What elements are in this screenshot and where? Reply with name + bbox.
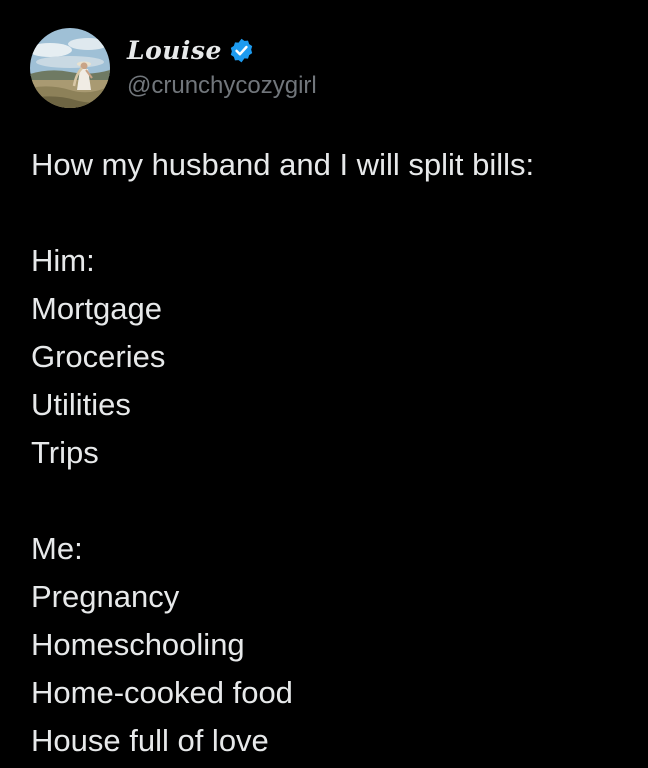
me-item: House full of love bbox=[31, 723, 269, 758]
tweet-text: How my husband and I will split bills: H… bbox=[31, 141, 534, 765]
avatar[interactable] bbox=[30, 28, 110, 108]
tweet: Louise @crunchycozygirl How my husband a… bbox=[0, 0, 648, 768]
me-item: Home-cooked food bbox=[31, 675, 293, 710]
me-item: Pregnancy bbox=[31, 579, 180, 614]
him-item: Utilities bbox=[31, 387, 131, 422]
me-item: Homeschooling bbox=[31, 627, 245, 662]
display-name[interactable]: Louise bbox=[127, 36, 222, 65]
author-handle[interactable]: @crunchycozygirl bbox=[127, 72, 317, 100]
verified-badge-icon bbox=[228, 37, 255, 64]
him-item: Groceries bbox=[31, 339, 166, 374]
him-item: Mortgage bbox=[31, 291, 162, 326]
display-name-row[interactable]: Louise bbox=[127, 34, 317, 66]
tweet-header: Louise @crunchycozygirl bbox=[30, 28, 317, 108]
author-names: Louise @crunchycozygirl bbox=[127, 28, 317, 100]
me-heading: Me: bbox=[31, 531, 83, 566]
him-heading: Him: bbox=[31, 243, 95, 278]
him-item: Trips bbox=[31, 435, 99, 470]
avatar-photo bbox=[30, 28, 110, 108]
tweet-intro: How my husband and I will split bills: bbox=[31, 147, 535, 182]
